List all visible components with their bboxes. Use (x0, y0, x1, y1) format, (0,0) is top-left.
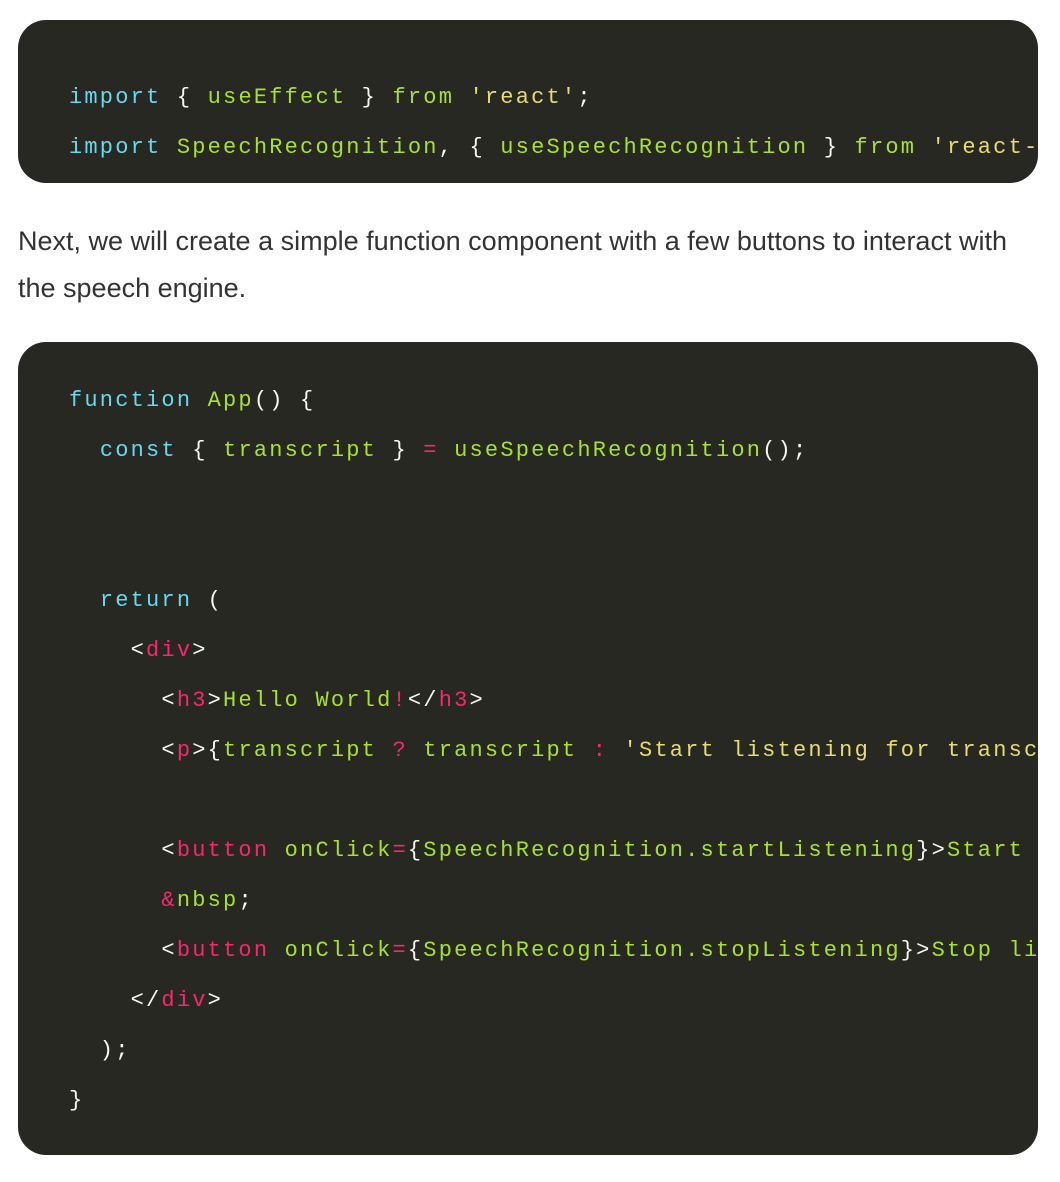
code-token: nbsp (176, 888, 239, 913)
code-token: SpeechRecognition.stopListening (423, 938, 901, 963)
code-token: { (161, 85, 208, 110)
code-token: from (392, 85, 455, 110)
code-token: , { (438, 135, 501, 160)
code-token: 'react' (469, 85, 578, 110)
code-token: SpeechRecognition.startListening (423, 838, 917, 863)
code-token: = (423, 438, 439, 463)
code-line: <button onClick={SpeechRecognition.stopL… (69, 926, 1038, 976)
code-token: { (407, 838, 424, 863)
code-token: import (69, 85, 162, 110)
code-line: <h3>Hello World!</h3> (69, 676, 1038, 726)
code-token: >{ (192, 738, 224, 763)
code-line: return ( (69, 576, 1038, 626)
code-token: useSpeechRecognition (454, 438, 763, 463)
code-token: 'Start listening for transcrip (623, 738, 1038, 763)
code-token: button (176, 938, 270, 963)
code-block-app-component: function App() { const { transcript } = … (18, 342, 1038, 1155)
code-line: <p>{transcript ? transcript : 'Start lis… (69, 726, 1038, 776)
code-token: > (469, 688, 485, 713)
code-token: p (176, 738, 193, 763)
code-token: < (69, 688, 177, 713)
code-token: }> (916, 838, 947, 863)
code-token: Hello World (223, 688, 393, 713)
code-token: SpeechRecognition (176, 135, 439, 160)
code-token: Start lis (946, 838, 1024, 863)
code-token: > (192, 638, 208, 663)
code-token: ; (238, 888, 254, 913)
code-token: } (377, 438, 424, 463)
code-token: useSpeechRecognition (500, 135, 809, 160)
code-token: { (407, 938, 424, 963)
code-line: <div> (69, 626, 1038, 676)
code-token: div (161, 988, 208, 1013)
code-token: const (99, 438, 177, 463)
code-token: </ (407, 688, 439, 713)
code-line: } (69, 1076, 1038, 1126)
code-token: ; (577, 85, 593, 110)
code-token: 'react-spe (931, 135, 1038, 160)
code-token: } (346, 85, 393, 110)
code-token: import (69, 135, 162, 160)
code-token: Stop liste (931, 938, 1038, 963)
code-line: ); (69, 1026, 1038, 1076)
code-token: button (176, 838, 270, 863)
code-line: <button onClick={SpeechRecognition.start… (69, 826, 1038, 876)
code-token: transcript (423, 738, 578, 763)
code-token: h3 (176, 688, 208, 713)
code-token: & (161, 888, 177, 913)
code-token: useEffect (207, 85, 347, 110)
code-token: (); (762, 438, 809, 463)
code-token: < (69, 938, 177, 963)
code-token: transcript (223, 438, 378, 463)
body-paragraph: Next, we will create a simple function c… (18, 226, 1007, 303)
code-token: ( (192, 588, 224, 613)
code-token: onClick (284, 938, 393, 963)
code-token: ! (392, 688, 408, 713)
code-token: ); (69, 1038, 131, 1063)
code-line: &nbsp; (69, 876, 1038, 926)
code-token: }> (900, 938, 932, 963)
code-token: < (69, 838, 177, 863)
code-line: function App() { (69, 376, 1038, 426)
code-token: transcript (223, 738, 378, 763)
code-token: function (69, 388, 193, 413)
code-line: const { transcript } = useSpeechRecognit… (69, 426, 1038, 476)
code-token: < (69, 638, 147, 663)
code-token: div (146, 638, 193, 663)
code-line: </div> (69, 976, 1038, 1026)
code-token: onClick (284, 838, 393, 863)
code-token: : (577, 738, 624, 763)
code-token: = (392, 838, 408, 863)
code-token: return (99, 588, 193, 613)
code-block-imports: import { useEffect } from 'react'; import… (18, 20, 1038, 183)
code-token: = (392, 938, 408, 963)
code-token: < (69, 738, 177, 763)
code-token: > (207, 688, 224, 713)
code-token: > (207, 988, 224, 1013)
code-token: { (176, 438, 224, 463)
code-token: from (854, 135, 917, 160)
code-line: import SpeechRecognition, { useSpeechRec… (69, 124, 1038, 174)
code-token: App (207, 388, 254, 413)
code-token: () { (253, 388, 316, 413)
code-token: } (69, 1088, 85, 1113)
code-line: import { useEffect } from 'react'; (69, 74, 1038, 124)
code-token: } (808, 135, 855, 160)
code-token: </ (69, 988, 162, 1013)
code-token: ? (377, 738, 424, 763)
code-token: h3 (438, 688, 470, 713)
